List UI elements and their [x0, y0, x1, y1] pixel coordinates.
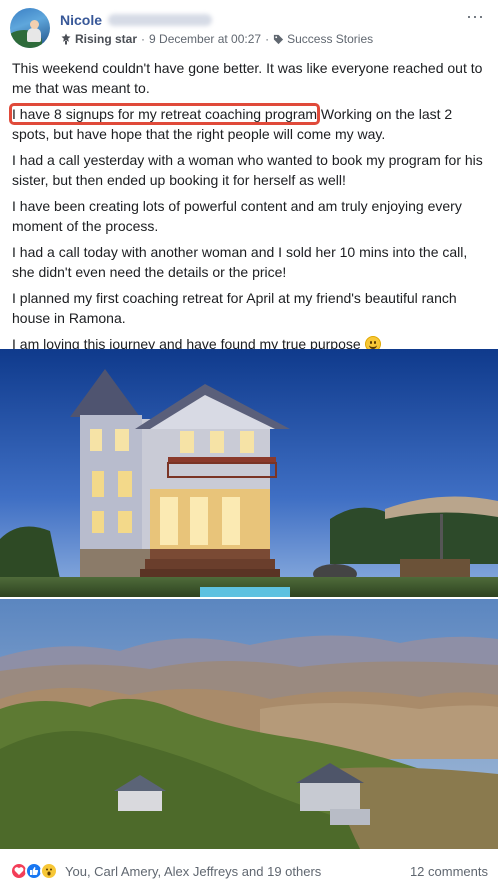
member-badge[interactable]: Rising star: [75, 32, 137, 46]
ranch-house-photo[interactable]: [0, 349, 498, 597]
post-timestamp[interactable]: 9 December at 00:27: [149, 32, 261, 46]
author-name[interactable]: Nicole: [60, 12, 102, 28]
post-paragraph-highlight: I have 8 signups for my retreat coaching…: [8, 103, 488, 144]
feed-post: Nicole Rising star · 9 December at 00:27…: [0, 0, 498, 892]
post-meta: Rising star · 9 December at 00:27 · Succ…: [60, 31, 373, 47]
meta-separator: ·: [141, 32, 146, 46]
wow-icon: [40, 862, 58, 880]
rising-star-icon: [61, 33, 71, 45]
aerial-landscape-photo[interactable]: [0, 599, 498, 849]
post-paragraph: I had a call today with another woman an…: [12, 244, 468, 280]
post-header: Nicole Rising star · 9 December at 00:27…: [10, 7, 488, 50]
aerial-landscape-image: [0, 599, 498, 849]
post-body: This weekend couldn't have gone better. …: [8, 58, 488, 360]
post-paragraph: I planned my first coaching retreat for …: [12, 290, 457, 326]
redacted-surname: [108, 14, 213, 26]
avatar[interactable]: [10, 8, 50, 48]
author-row: Nicole: [60, 11, 213, 29]
meta-separator: ·: [265, 32, 270, 46]
more-options-icon[interactable]: ···: [464, 7, 486, 25]
reaction-icons[interactable]: [10, 862, 58, 880]
comments-count[interactable]: 12 comments: [410, 864, 488, 879]
reaction-names[interactable]: You, Carl Amery, Alex Jeffreys and 19 ot…: [65, 864, 321, 879]
post-paragraph: This weekend couldn't have gone better. …: [12, 60, 483, 96]
highlighted-text: I have 8 signups for my retreat coaching…: [8, 103, 321, 125]
post-paragraph: I have been creating lots of powerful co…: [12, 198, 462, 234]
tag-icon: [274, 34, 284, 44]
post-topic[interactable]: Success Stories: [287, 32, 373, 46]
post-paragraph: I had a call yesterday with a woman who …: [12, 152, 483, 188]
reactions-bar: You, Carl Amery, Alex Jeffreys and 19 ot…: [10, 858, 488, 884]
ranch-house-image: [0, 349, 498, 597]
